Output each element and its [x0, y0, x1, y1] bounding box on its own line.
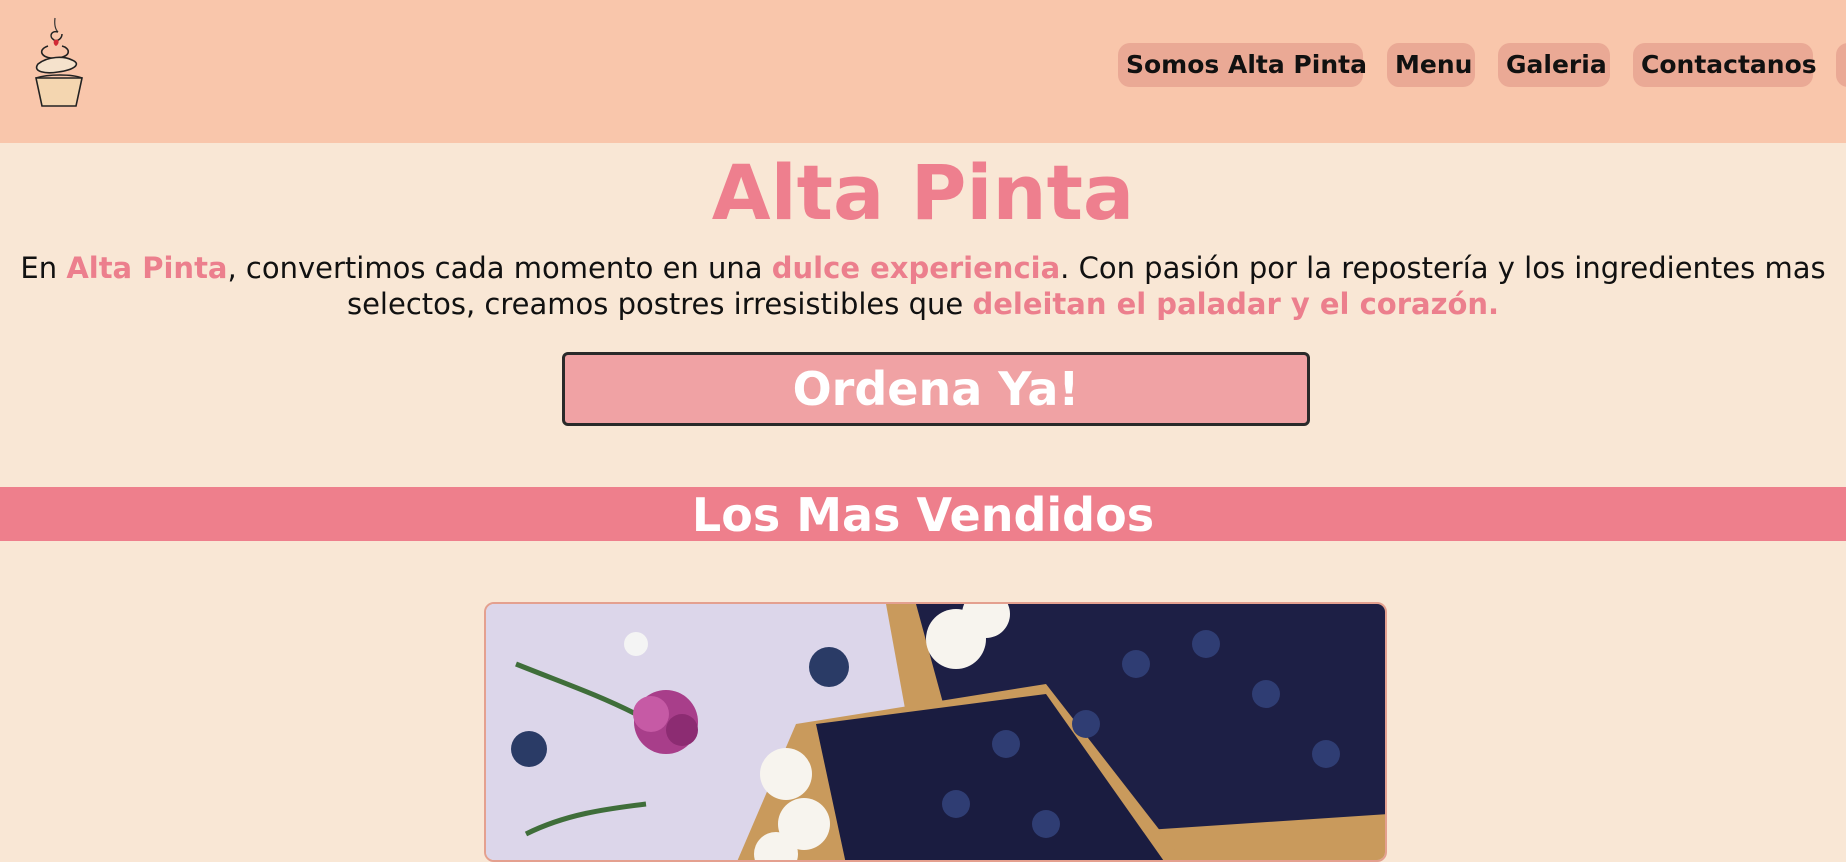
- nav-item-menu[interactable]: Menu: [1387, 43, 1475, 87]
- blueberry-cheesecake-photo: [484, 602, 1387, 862]
- intro-text-part: En: [20, 251, 67, 285]
- order-now-button[interactable]: Ordena Ya!: [562, 352, 1310, 426]
- site-header: Somos Alta Pinta Menu Galeria Contactano…: [0, 0, 1846, 143]
- intro-highlight-experience: dulce experiencia: [771, 251, 1061, 285]
- intro-highlight-delight: deleitan el paladar y el corazón.: [972, 287, 1500, 321]
- page-title: Alta Pinta: [711, 148, 1135, 237]
- best-sellers-band: Los Mas Vendidos: [0, 487, 1846, 542]
- intro-text-part: , convertimos cada momento en una: [227, 251, 772, 285]
- best-sellers-title: Los Mas Vendidos: [691, 488, 1155, 542]
- nav-item-overflow[interactable]: [1836, 43, 1846, 87]
- nav-item-galeria[interactable]: Galeria: [1498, 43, 1610, 87]
- cupcake-logo-icon[interactable]: [28, 16, 90, 110]
- intro-text-part: . Con pasión por la repostería y los ing…: [1060, 251, 1826, 285]
- intro-line-1: En Alta Pinta, convertimos cada momento …: [0, 250, 1846, 286]
- intro-text: En Alta Pinta, convertimos cada momento …: [0, 250, 1846, 322]
- intro-text-part: selectos, creamos postres irresistibles …: [346, 287, 973, 321]
- nav-item-contactanos[interactable]: Contactanos: [1633, 43, 1817, 87]
- nav-item-somos-alta-pinta[interactable]: Somos Alta Pinta: [1118, 43, 1367, 87]
- cheesecake-illustration: [486, 604, 1385, 860]
- intro-highlight-brand: Alta Pinta: [66, 251, 228, 285]
- intro-line-2: selectos, creamos postres irresistibles …: [0, 286, 1846, 322]
